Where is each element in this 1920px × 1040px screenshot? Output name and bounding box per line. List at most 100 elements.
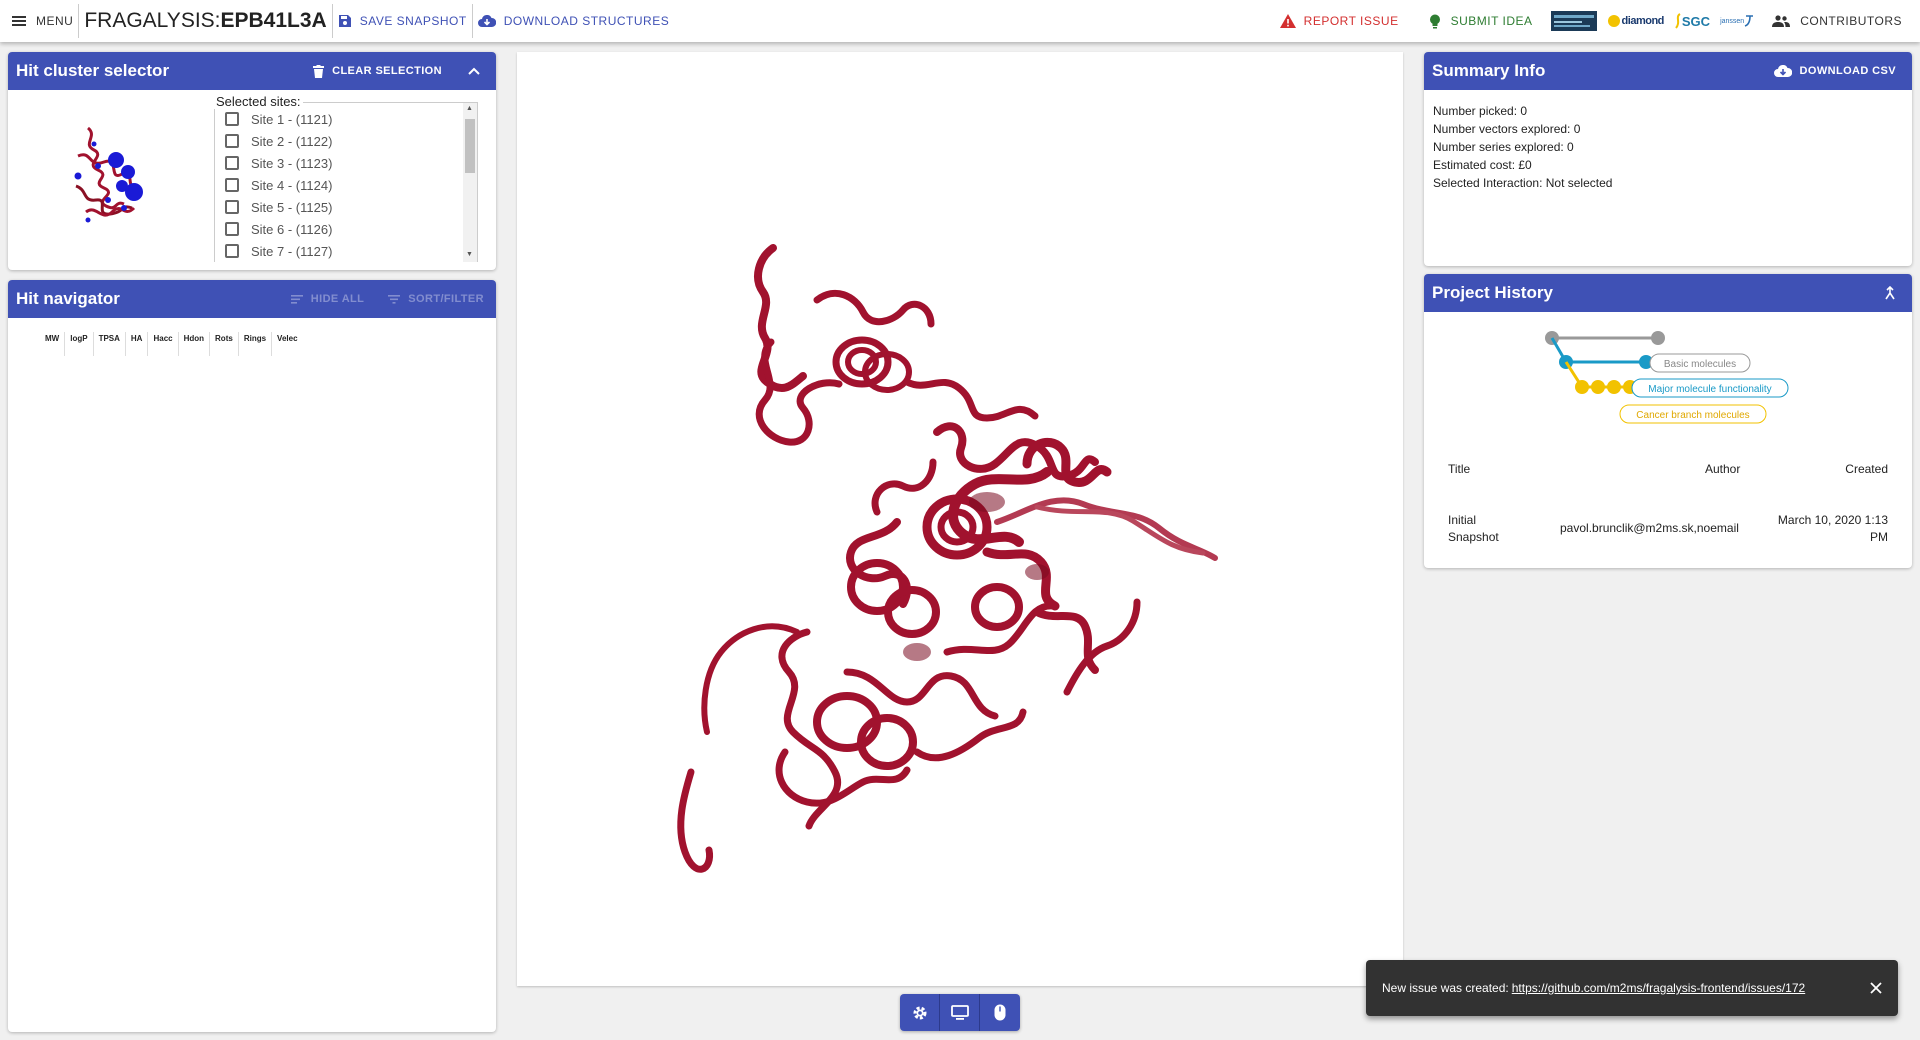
divider	[78, 4, 80, 38]
checkbox[interactable]	[225, 244, 239, 258]
site-checkbox-3[interactable]: Site 3 - (1123)	[215, 152, 477, 174]
number-series-explored: Number series explored: 0	[1433, 140, 1574, 154]
site-label: Site 1 - (1121)	[251, 111, 333, 127]
hide-all-button[interactable]: HIDE ALL	[290, 293, 365, 305]
clear-selection-button[interactable]: CLEAR SELECTION	[313, 64, 442, 78]
viewer-toolbar	[900, 994, 1020, 1031]
snapshot-created: March 10, 2020 1:13 PM	[1778, 512, 1888, 546]
sgc-logo[interactable]: SGC	[1674, 13, 1710, 29]
issue-created-snackbar: New issue was created: https://github.co…	[1366, 960, 1898, 1016]
lightbulb-icon	[1429, 14, 1440, 28]
column-header[interactable]: Rings	[239, 332, 273, 356]
mouse-icon	[994, 1004, 1006, 1021]
cluster-thumbnail[interactable]	[8, 90, 208, 262]
submit-idea-label: SUBMIT IDEA	[1450, 14, 1533, 28]
checkbox[interactable]	[225, 112, 239, 126]
branch-label[interactable]: Basic molecules	[1664, 359, 1736, 370]
close-icon	[1870, 982, 1882, 994]
branch-label[interactable]: Major molecule functionality	[1648, 384, 1771, 395]
history-graph[interactable]: Basic molecules Major molecule functiona…	[1424, 312, 1912, 432]
scroll-thumb[interactable]	[465, 119, 475, 173]
panel-title: Project History	[1432, 283, 1553, 302]
submit-idea-button[interactable]: SUBMIT IDEA	[1429, 14, 1533, 29]
save-snapshot-button[interactable]: SAVE SNAPSHOT	[338, 14, 467, 28]
viewer-settings-button[interactable]	[900, 994, 940, 1031]
gear-icon	[913, 1006, 926, 1019]
site-checkbox-1[interactable]: Site 1 - (1121)	[215, 108, 477, 130]
close-snackbar-button[interactable]	[1870, 982, 1882, 994]
scroll-down-icon[interactable]: ▼	[466, 251, 473, 258]
site-checkbox-6[interactable]: Site 6 - (1126)	[215, 218, 477, 240]
partner-logos: diamond SGC janssen	[1550, 11, 1765, 31]
sort-filter-button[interactable]: SORT/FILTER	[388, 293, 484, 305]
cloud-download-icon	[1773, 64, 1792, 77]
column-header[interactable]: Velec	[272, 332, 302, 356]
target-name: EPB41L3A	[220, 9, 327, 32]
history-toggle-button[interactable]	[1884, 286, 1896, 300]
checkbox[interactable]	[225, 134, 239, 148]
download-structures-button[interactable]: DOWNLOAD STRUCTURES	[477, 14, 670, 28]
column-header[interactable]: logP	[65, 332, 94, 356]
collapse-button[interactable]	[468, 67, 480, 75]
site-label: Site 4 - (1124)	[251, 177, 333, 193]
snapshot-title[interactable]: Initial Snapshot	[1448, 512, 1499, 546]
selected-sites-group: Selected sites: Site 1 - (1121) Site 2 -…	[208, 90, 486, 262]
column-header-title: Title	[1448, 462, 1471, 476]
issue-link[interactable]: https://github.com/m2ms/fragalysis-front…	[1512, 981, 1805, 995]
xchem-logo[interactable]	[1550, 11, 1597, 31]
molecule-viewer[interactable]	[517, 52, 1403, 986]
checkbox[interactable]	[225, 200, 239, 214]
checkbox[interactable]	[225, 222, 239, 236]
monitor-icon	[950, 1005, 969, 1020]
panel-header: Hit navigator HIDE ALL SORT/FILTER	[8, 280, 496, 318]
menu-icon	[12, 16, 26, 26]
mouse-controls-button[interactable]	[980, 994, 1020, 1031]
download-csv-button[interactable]: DOWNLOAD CSV	[1773, 64, 1896, 78]
site-checkbox-7[interactable]: Site 7 - (1127)	[215, 240, 477, 262]
janssen-text: janssen	[1720, 17, 1745, 25]
site-checkbox-4[interactable]: Site 4 - (1124)	[215, 174, 477, 196]
snapshot-author: pavol.brunclik@m2ms.sk,noemail	[1560, 521, 1739, 535]
sites-list[interactable]: Site 1 - (1121) Site 2 - (1122) Site 3 -…	[214, 102, 478, 262]
number-picked: Number picked: 0	[1433, 104, 1528, 118]
contributors-button[interactable]: CONTRIBUTORS	[1772, 14, 1902, 28]
sgc-text: SGC	[1681, 13, 1711, 29]
column-header[interactable]: HA	[126, 332, 149, 356]
scroll-up-icon[interactable]: ▲	[466, 105, 473, 112]
column-header[interactable]: Rots	[210, 332, 239, 356]
top-app-bar: MENU FRAGALYSIS: EPB41L3A SAVE SNAPSHOT …	[0, 0, 1920, 42]
report-issue-button[interactable]: REPORT ISSUE	[1279, 14, 1399, 28]
menu-label: MENU	[36, 14, 74, 28]
cloud-download-icon	[477, 14, 496, 27]
selected-interaction: Selected Interaction: Not selected	[1433, 176, 1613, 190]
column-header[interactable]: Hacc	[148, 332, 179, 356]
filter-icon	[388, 294, 401, 304]
column-header[interactable]: MW	[40, 332, 66, 356]
site-checkbox-2[interactable]: Site 2 - (1122)	[215, 130, 477, 152]
janssen-logo[interactable]: janssen	[1720, 14, 1754, 28]
hit-navigator-panel: Hit navigator HIDE ALL SORT/FILTER MW lo…	[8, 280, 496, 1032]
app-name: FRAGALYSIS:	[84, 9, 221, 32]
column-header-author: Author	[1705, 462, 1741, 476]
created-line: PM	[1870, 530, 1888, 544]
save-icon	[338, 15, 351, 27]
menu-button[interactable]: MENU	[12, 14, 73, 28]
protein-structure-render[interactable]	[517, 52, 1403, 986]
checkbox[interactable]	[225, 156, 239, 170]
column-header[interactable]: Hdon	[179, 332, 211, 356]
branch-label[interactable]: Cancer branch molecules	[1636, 410, 1749, 421]
panel-header: Summary Info DOWNLOAD CSV	[1424, 52, 1912, 90]
column-header-created: Created	[1845, 462, 1888, 476]
display-settings-button[interactable]	[940, 994, 980, 1031]
chevron-up-icon	[468, 67, 480, 75]
panel-title: Hit cluster selector	[16, 61, 170, 80]
summary-info-panel: Summary Info DOWNLOAD CSV Number picked:…	[1424, 52, 1912, 266]
diamond-logo[interactable]: diamond	[1607, 14, 1664, 28]
sites-scrollbar[interactable]: ▲ ▼	[463, 103, 477, 262]
checkbox[interactable]	[225, 178, 239, 192]
save-snapshot-label: SAVE SNAPSHOT	[359, 14, 467, 28]
column-header[interactable]: TPSA	[94, 332, 126, 356]
site-checkbox-5[interactable]: Site 5 - (1125)	[215, 196, 477, 218]
report-issue-label: REPORT ISSUE	[1303, 14, 1399, 28]
sort-icon	[290, 294, 303, 304]
